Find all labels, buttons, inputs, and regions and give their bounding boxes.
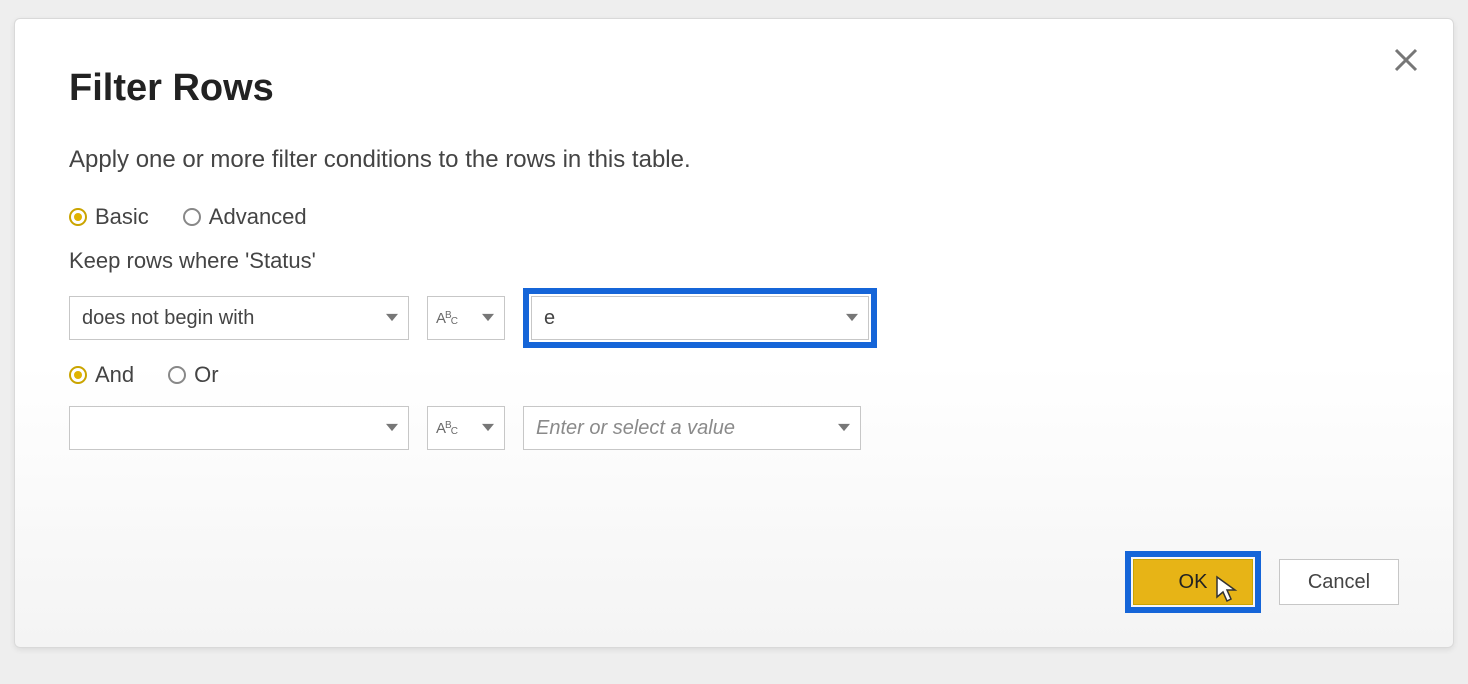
chevron-down-icon xyxy=(482,307,494,330)
condition-row-2: ABC Enter or select a value xyxy=(69,406,1399,450)
chevron-down-icon xyxy=(386,417,398,440)
condition1-value-input[interactable]: e xyxy=(531,296,869,340)
radio-dot-icon xyxy=(69,208,87,226)
filter-rows-dialog: Filter Rows Apply one or more filter con… xyxy=(14,18,1454,648)
ok-button-label: OK xyxy=(1179,571,1208,594)
mode-basic-radio[interactable]: Basic xyxy=(69,204,149,230)
text-type-icon: ABC xyxy=(436,420,457,437)
cancel-button[interactable]: Cancel xyxy=(1279,559,1399,605)
joiner-or-radio[interactable]: Or xyxy=(168,362,218,388)
chevron-down-icon xyxy=(386,307,398,330)
dialog-title: Filter Rows xyxy=(69,67,1399,110)
joiner-radio-group: And Or xyxy=(69,362,1399,388)
chevron-down-icon xyxy=(846,307,858,330)
joiner-or-label: Or xyxy=(194,362,218,388)
dialog-buttons: OK Cancel xyxy=(1125,551,1399,613)
text-type-icon: ABC xyxy=(436,310,457,327)
dialog-subtitle: Apply one or more filter conditions to t… xyxy=(69,146,1399,174)
mode-basic-label: Basic xyxy=(95,204,149,230)
radio-dot-icon xyxy=(183,208,201,226)
condition1-operator-value: does not begin with xyxy=(82,307,254,330)
ok-button[interactable]: OK xyxy=(1133,559,1253,605)
mode-advanced-radio[interactable]: Advanced xyxy=(183,204,307,230)
condition2-operator-dropdown[interactable] xyxy=(69,406,409,450)
close-icon xyxy=(1391,45,1421,75)
condition2-value-placeholder: Enter or select a value xyxy=(536,417,735,440)
chevron-down-icon xyxy=(838,417,850,440)
chevron-down-icon xyxy=(482,417,494,440)
close-button[interactable] xyxy=(1391,45,1421,75)
radio-dot-icon xyxy=(69,366,87,384)
condition1-operator-dropdown[interactable]: does not begin with xyxy=(69,296,409,340)
condition-row-1: does not begin with ABC e xyxy=(69,288,1399,348)
cancel-button-label: Cancel xyxy=(1308,571,1370,594)
highlight-annotation: OK xyxy=(1125,551,1261,613)
condition1-value: e xyxy=(544,307,555,330)
condition2-value-input[interactable]: Enter or select a value xyxy=(523,406,861,450)
mode-advanced-label: Advanced xyxy=(209,204,307,230)
joiner-and-radio[interactable]: And xyxy=(69,362,134,388)
condition1-type-dropdown[interactable]: ABC xyxy=(427,296,505,340)
highlight-annotation: e xyxy=(523,288,877,348)
mode-radio-group: Basic Advanced xyxy=(69,204,1399,230)
condition2-type-dropdown[interactable]: ABC xyxy=(427,406,505,450)
joiner-and-label: And xyxy=(95,362,134,388)
keep-rows-label: Keep rows where 'Status' xyxy=(69,248,1399,274)
radio-dot-icon xyxy=(168,366,186,384)
